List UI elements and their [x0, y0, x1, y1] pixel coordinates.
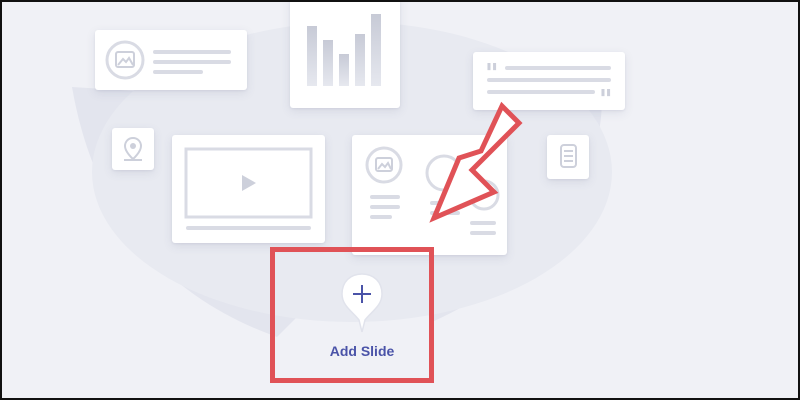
video-card-art — [184, 147, 313, 230]
chart-card[interactable] — [290, 2, 400, 108]
add-slide-button[interactable]: Add Slide — [307, 270, 417, 370]
bar-chart-icon — [307, 14, 381, 86]
add-slide-pin — [341, 273, 383, 333]
svg-text:": " — [599, 85, 613, 110]
svg-text:": " — [485, 59, 499, 89]
add-slide-label: Add Slide — [329, 343, 395, 359]
gallery-card[interactable] — [352, 135, 507, 255]
quote-card[interactable]: " " — [473, 52, 625, 115]
slide-template-canvas: " " Add Slide — [0, 0, 800, 400]
document-card[interactable] — [547, 135, 589, 179]
video-card[interactable] — [172, 135, 325, 243]
map-pin-icon — [123, 136, 143, 161]
quote-card-art: " " — [485, 59, 613, 115]
image-text-card-art — [105, 40, 231, 80]
location-card[interactable] — [112, 128, 154, 170]
gallery-card-art — [365, 146, 500, 235]
image-text-card[interactable] — [95, 30, 247, 90]
document-icon — [560, 144, 577, 168]
